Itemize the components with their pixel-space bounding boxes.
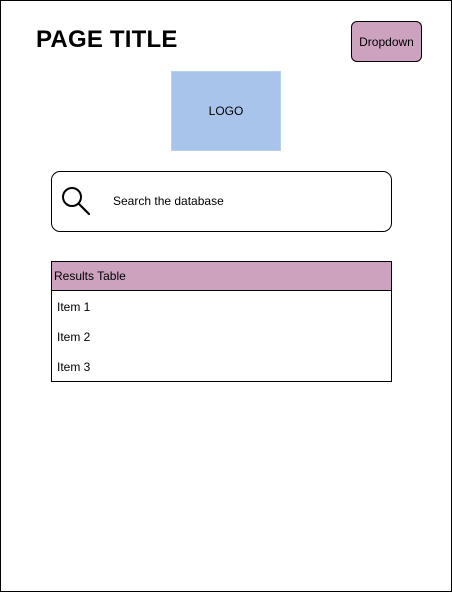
search-placeholder: Search the database bbox=[113, 194, 224, 208]
search-input[interactable]: Search the database bbox=[51, 171, 392, 232]
dropdown-button[interactable]: Dropdown bbox=[351, 21, 422, 62]
table-row[interactable]: Item 2 bbox=[57, 322, 377, 352]
results-table: Results Table Item 1 Item 2 Item 3 bbox=[51, 261, 392, 382]
page-frame: PAGE TITLE Dropdown LOGO Search the data… bbox=[0, 0, 452, 592]
results-table-header: Results Table bbox=[52, 262, 391, 291]
table-row[interactable]: Item 1 bbox=[57, 292, 377, 322]
logo: LOGO bbox=[171, 71, 281, 151]
table-row[interactable]: Item 3 bbox=[57, 352, 377, 382]
page-title: PAGE TITLE bbox=[36, 26, 178, 53]
search-icon bbox=[62, 187, 91, 216]
